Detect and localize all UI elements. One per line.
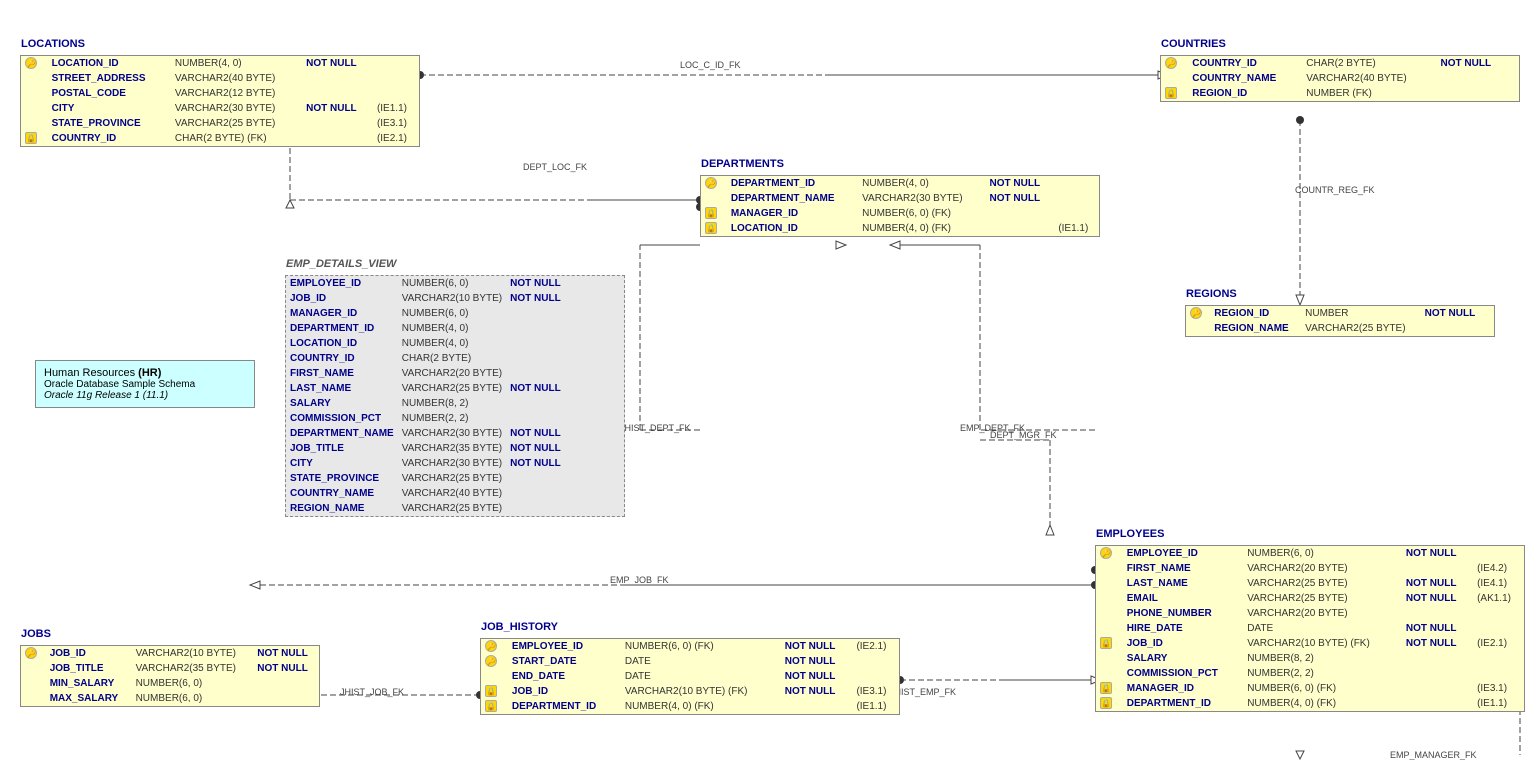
table-row: 🔒 DEPARTMENT_ID NUMBER(4, 0) (FK) (IE1.1… (1096, 696, 1524, 711)
table-row: JOB_TITLEVARCHAR2(35 BYTE)NOT NULL (286, 441, 565, 456)
table-row: 🔒 MANAGER_ID NUMBER(6, 0) (FK) (IE3.1) (1096, 681, 1524, 696)
table-row: LOCATION_IDNUMBER(4, 0) (286, 336, 565, 351)
table-row: CITY VARCHAR2(30 BYTE) NOT NULL (IE1.1) (21, 101, 419, 116)
table-row: COUNTRY_NAMEVARCHAR2(40 BYTE) (286, 486, 565, 501)
job-history-title: JOB_HISTORY (481, 621, 558, 633)
note-bold: (HR) (138, 367, 161, 379)
fk-icon: 🔒 (485, 700, 497, 712)
table-row: STREET_ADDRESS VARCHAR2(40 BYTE) (21, 71, 419, 86)
table-row: SALARY NUMBER(8, 2) (1096, 651, 1524, 666)
rel-label-emp-job-fk: EMP_JOB_FK (610, 575, 669, 585)
jobs-title: JOBS (21, 628, 51, 640)
locations-table: LOCATIONS 🔑 LOCATION_ID NUMBER(4, 0) NOT… (20, 55, 420, 147)
table-row: JOB_IDVARCHAR2(10 BYTE)NOT NULL (286, 291, 565, 306)
table-row: 🔑 JOB_ID VARCHAR2(10 BYTE) NOT NULL (21, 646, 319, 661)
fk-icon: 🔒 (705, 207, 717, 219)
rel-label-loc-c-id-fk: LOC_C_ID_FK (680, 60, 741, 70)
regions-title: REGIONS (1186, 288, 1237, 300)
table-row: STATE_PROVINCEVARCHAR2(25 BYTE) (286, 471, 565, 486)
note-box: Human Resources (HR) Oracle Database Sam… (35, 360, 255, 408)
emp-details-view: EMP_DETAILS_VIEW EMPLOYEE_IDNUMBER(6, 0)… (285, 275, 625, 517)
rel-label-jhist-job-fk: JHIST_JOB_FK (340, 687, 404, 697)
rel-label-dept-loc-fk: DEPT_LOC_FK (523, 162, 587, 172)
regions-table: REGIONS 🔑 REGION_ID NUMBER NOT NULL REGI… (1185, 305, 1495, 337)
table-row: LAST_NAME VARCHAR2(25 BYTE) NOT NULL (IE… (1096, 576, 1524, 591)
jobs-table: JOBS 🔑 JOB_ID VARCHAR2(10 BYTE) NOT NULL… (20, 645, 320, 707)
rel-label-jhist-dept-fk: JHIST_DEPT_FK (620, 423, 691, 433)
pk-icon: 🔑 (485, 655, 497, 667)
pk-icon: 🔑 (25, 647, 37, 659)
table-row: COUNTRY_IDCHAR(2 BYTE) (286, 351, 565, 366)
table-row: DEPARTMENT_IDNUMBER(4, 0) (286, 321, 565, 336)
emp-details-view-title: EMP_DETAILS_VIEW (286, 258, 396, 270)
locations-title: LOCATIONS (21, 38, 85, 50)
table-row: 🔑 DEPARTMENT_ID NUMBER(4, 0) NOT NULL (701, 176, 1099, 191)
table-row: 🔑 EMPLOYEE_ID NUMBER(6, 0) (FK) NOT NULL… (481, 639, 899, 654)
table-row: MANAGER_IDNUMBER(6, 0) (286, 306, 565, 321)
table-row: POSTAL_CODE VARCHAR2(12 BYTE) (21, 86, 419, 101)
table-row: FIRST_NAMEVARCHAR2(20 BYTE) (286, 366, 565, 381)
table-row: CITYVARCHAR2(30 BYTE)NOT NULL (286, 456, 565, 471)
note-line2: Oracle 11g Release 1 (11.1) (44, 390, 246, 401)
table-row: 🔒 LOCATION_ID NUMBER(4, 0) (FK) (IE1.1) (701, 221, 1099, 236)
table-row: LAST_NAMEVARCHAR2(25 BYTE)NOT NULL (286, 381, 565, 396)
table-row: DEPARTMENT_NAMEVARCHAR2(30 BYTE)NOT NULL (286, 426, 565, 441)
table-row: 🔑 START_DATE DATE NOT NULL (481, 654, 899, 669)
table-row: STATE_PROVINCE VARCHAR2(25 BYTE) (IE3.1) (21, 116, 419, 131)
pk-icon: 🔑 (1190, 307, 1202, 319)
table-row: 🔑 LOCATION_ID NUMBER(4, 0) NOT NULL (21, 56, 419, 71)
note-title: Human Resources (HR) (44, 367, 246, 379)
departments-table: DEPARTMENTS 🔑 DEPARTMENT_ID NUMBER(4, 0)… (700, 175, 1100, 237)
job-history-table: JOB_HISTORY 🔑 EMPLOYEE_ID NUMBER(6, 0) (… (480, 638, 900, 715)
table-row: REGION_NAMEVARCHAR2(25 BYTE) (286, 501, 565, 516)
table-row: MIN_SALARY NUMBER(6, 0) (21, 676, 319, 691)
table-row: JOB_TITLE VARCHAR2(35 BYTE) NOT NULL (21, 661, 319, 676)
table-row: COMMISSION_PCT NUMBER(2, 2) (1096, 666, 1524, 681)
table-row: COUNTRY_NAME VARCHAR2(40 BYTE) (1161, 71, 1519, 86)
fk-icon: 🔒 (705, 222, 717, 234)
table-row: DEPARTMENT_NAME VARCHAR2(30 BYTE) NOT NU… (701, 191, 1099, 206)
table-row: 🔒 MANAGER_ID NUMBER(6, 0) (FK) (701, 206, 1099, 221)
pk-icon: 🔑 (1100, 547, 1112, 559)
diagram-container: LOC_C_ID_FK DEPT_LOC_FK COUNTR_REG_FK JH… (0, 0, 1536, 760)
table-row: HIRE_DATE DATE NOT NULL (1096, 621, 1524, 636)
table-row: COMMISSION_PCTNUMBER(2, 2) (286, 411, 565, 426)
table-row: FIRST_NAME VARCHAR2(20 BYTE) (IE4.2) (1096, 561, 1524, 576)
pk-icon: 🔑 (705, 177, 717, 189)
pk-icon: 🔑 (1165, 57, 1177, 69)
table-row: END_DATE DATE NOT NULL (481, 669, 899, 684)
table-row: 🔒 JOB_ID VARCHAR2(10 BYTE) (FK) NOT NULL… (1096, 636, 1524, 651)
table-row: EMPLOYEE_IDNUMBER(6, 0)NOT NULL (286, 276, 565, 291)
employees-title: EMPLOYEES (1096, 528, 1164, 540)
departments-title: DEPARTMENTS (701, 158, 784, 170)
table-row: 🔑 COUNTRY_ID CHAR(2 BYTE) NOT NULL (1161, 56, 1519, 71)
table-row: MAX_SALARY NUMBER(6, 0) (21, 691, 319, 706)
countries-title: COUNTRIES (1161, 38, 1226, 50)
table-row: REGION_NAME VARCHAR2(25 BYTE) (1186, 321, 1494, 336)
table-row: 🔒 COUNTRY_ID CHAR(2 BYTE) (FK) (IE2.1) (21, 131, 419, 146)
table-row: 🔒 REGION_ID NUMBER (FK) (1161, 86, 1519, 101)
rel-label-countr-reg-fk: COUNTR_REG_FK (1295, 185, 1375, 195)
table-row: 🔒 JOB_ID VARCHAR2(10 BYTE) (FK) NOT NULL… (481, 684, 899, 699)
fk-icon: 🔒 (1100, 637, 1112, 649)
rel-label-emp-manager-fk: EMP_MANAGER_FK (1390, 750, 1477, 760)
fk-icon: 🔒 (1100, 697, 1112, 709)
table-row: 🔑 REGION_ID NUMBER NOT NULL (1186, 306, 1494, 321)
table-row: SALARYNUMBER(8, 2) (286, 396, 565, 411)
table-row: PHONE_NUMBER VARCHAR2(20 BYTE) (1096, 606, 1524, 621)
table-row: EMAIL VARCHAR2(25 BYTE) NOT NULL (AK1.1) (1096, 591, 1524, 606)
pk-icon: 🔑 (25, 57, 37, 69)
countries-table: COUNTRIES 🔑 COUNTRY_ID CHAR(2 BYTE) NOT … (1160, 55, 1520, 102)
fk-icon: 🔒 (485, 685, 497, 697)
table-row: 🔑 EMPLOYEE_ID NUMBER(6, 0) NOT NULL (1096, 546, 1524, 561)
fk-icon: 🔒 (1100, 682, 1112, 694)
table-row: 🔒 DEPARTMENT_ID NUMBER(4, 0) (FK) (IE1.1… (481, 699, 899, 714)
fk-icon: 🔒 (1165, 87, 1177, 99)
fk-icon: 🔒 (25, 132, 37, 144)
rel-label-dept-mgr-fk: DEPT_MGR_FK (990, 430, 1057, 440)
employees-table: EMPLOYEES 🔑 EMPLOYEE_ID NUMBER(6, 0) NOT… (1095, 545, 1525, 712)
pk-icon: 🔑 (485, 640, 497, 652)
note-line1: Oracle Database Sample Schema (44, 379, 246, 390)
